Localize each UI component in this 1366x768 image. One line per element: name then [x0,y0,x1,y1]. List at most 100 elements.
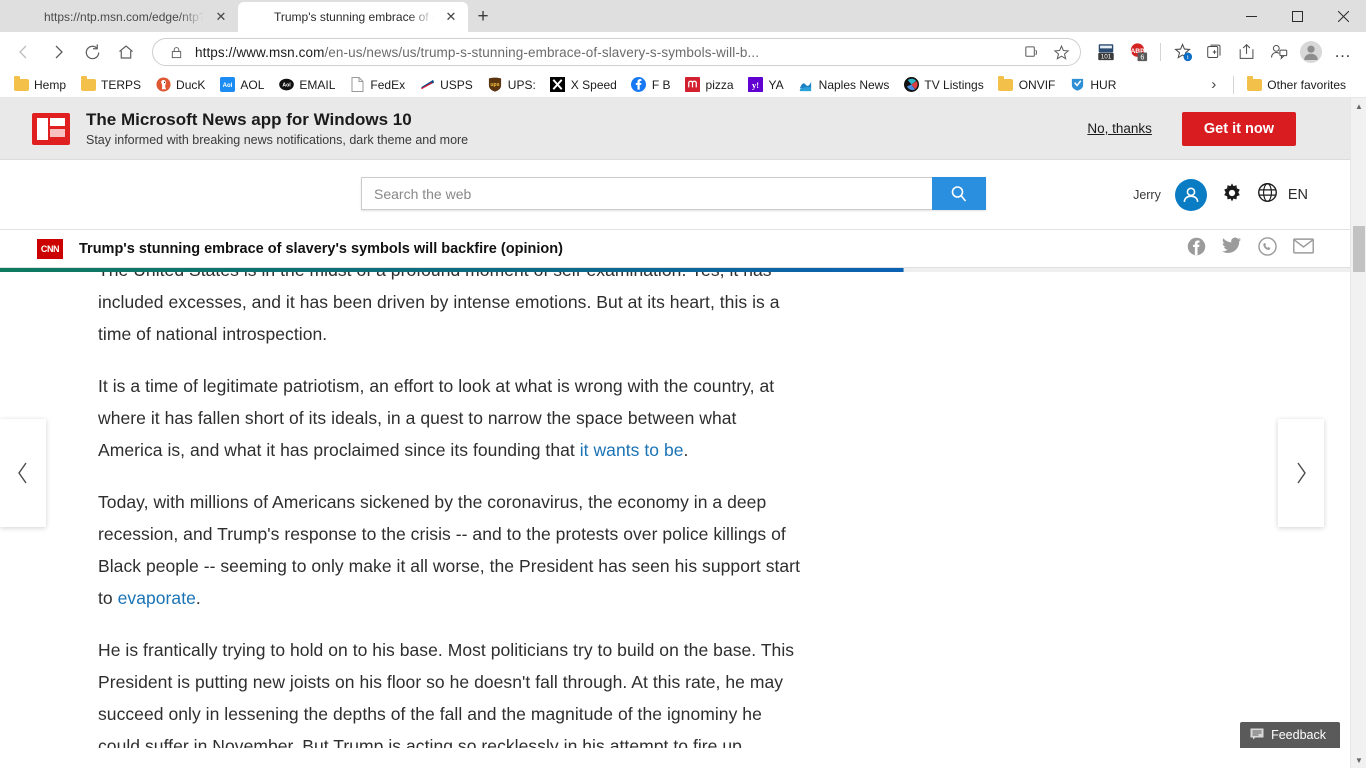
maximize-button[interactable] [1274,0,1320,32]
msn-header-right: Jerry EN [1133,160,1308,230]
article-source-bar: CNN Trump's stunning embrace of slavery'… [0,230,1366,268]
article-paragraph: Today, with millions of Americans sicken… [98,486,800,614]
bookmark-email[interactable]: Aol EMAIL [271,75,342,95]
twitter-share-icon[interactable] [1222,237,1242,260]
tv-listings-icon [903,77,919,93]
msn-favicon-icon [250,9,266,25]
carousel-prev-button[interactable] [0,419,46,527]
star-icon[interactable] [1050,41,1072,63]
address-bar-url: https://www.msn.com/en-us/news/us/trump-… [195,45,1012,60]
close-button[interactable] [1320,0,1366,32]
bookmark-yahoo[interactable]: y! YA [741,75,791,95]
whatsapp-share-icon[interactable] [1258,236,1277,261]
tab-title: Trump's stunning embrace of sla [274,10,434,24]
paragraph-text: . [683,440,689,460]
browser-tab-2[interactable]: Trump's stunning embrace of sla ✕ [238,2,468,32]
bookmark-naples-news[interactable]: Naples News [791,75,897,95]
folder-icon [80,76,96,93]
folder-icon [13,76,29,93]
msn-app-promo-banner: The Microsoft News app for Windows 10 St… [0,98,1366,160]
read-aloud-icon[interactable] [1020,41,1042,63]
scrollbar-thumb[interactable] [1353,226,1365,272]
bookmark-label: USPS [440,77,473,92]
bookmark-ups[interactable]: ups UPS: [480,75,543,95]
paragraph-text: . [195,588,201,608]
bookmark-x-speed[interactable]: X Speed [543,75,624,95]
facebook-share-icon[interactable] [1187,237,1206,261]
browser-tab-1[interactable]: https://ntp.msn.com/edge/ntp?locale ✕ [8,2,238,32]
forward-arrow-icon[interactable] [42,36,74,68]
paragraph-text: The United States is in the midst of a p… [98,272,780,344]
bookmark-fedex[interactable]: FedEx [342,75,412,95]
promo-actions: No, thanks Get it now [1087,111,1366,146]
page-scrollbar[interactable]: ▲ ▼ [1350,98,1366,768]
hur-icon [1069,77,1085,93]
msn-site-header: Jerry EN [0,160,1366,230]
no-thanks-link[interactable]: No, thanks [1087,121,1152,136]
carousel-next-button[interactable] [1278,419,1324,527]
account-avatar-icon[interactable] [1296,36,1326,68]
back-arrow-icon[interactable] [8,36,40,68]
bookmark-hur[interactable]: HUR [1062,75,1123,95]
bookmark-hemp[interactable]: Hemp [6,75,73,95]
article-body: The United States is in the midst of a p… [0,272,1366,748]
profile-add-icon[interactable] [1264,36,1294,68]
collections-101-icon[interactable]: 101 [1091,36,1121,68]
avatar[interactable] [1174,179,1207,211]
home-icon[interactable] [110,36,142,68]
scroll-down-arrow-icon[interactable]: ▼ [1351,752,1366,768]
gear-icon[interactable] [1221,182,1243,209]
magnifier-icon [951,185,967,202]
globe-icon[interactable] [1257,182,1278,208]
bookmark-facebook[interactable]: F B [624,75,678,95]
email-share-icon[interactable] [1293,238,1314,259]
share-icons-group [1187,236,1366,261]
search-box [361,177,986,210]
minimize-button[interactable] [1228,0,1274,32]
address-bar[interactable]: https://www.msn.com/en-us/news/us/trump-… [152,38,1081,66]
bookmark-label: TV Listings [924,77,984,92]
bookmarks-overflow-chevron-icon[interactable]: › [1199,76,1228,93]
bookmark-label: EMAIL [299,77,336,92]
feedback-button[interactable]: Feedback [1240,722,1340,748]
facebook-icon [631,77,647,93]
browser-settings-more-button[interactable]: … [1328,36,1358,68]
search-input[interactable] [361,177,932,210]
paragraph-text: Today, with millions of Americans sicken… [98,492,800,608]
bookmark-pizza[interactable]: pizza [678,75,741,95]
bookmark-duck[interactable]: DucK [148,75,212,95]
bookmark-usps[interactable]: USPS [412,75,480,95]
url-path: /en-us/news/us/trump-s-stunning-embrace-… [324,44,760,60]
scroll-up-arrow-icon[interactable]: ▲ [1351,98,1366,114]
bookmark-label: YA [768,77,784,92]
tab-close-icon[interactable]: ✕ [212,8,230,26]
adblock-plus-icon[interactable]: ABP 6 [1123,36,1153,68]
inline-link-evaporate[interactable]: evaporate [118,588,196,608]
refresh-icon[interactable] [76,36,108,68]
bookmark-terps[interactable]: TERPS [73,75,148,95]
tab-favicon-blank [20,9,36,25]
share-icon[interactable] [1232,36,1262,68]
bookmark-other-favorites[interactable]: Other favorites [1239,75,1360,95]
bookmark-onvif[interactable]: ONVIF [991,75,1063,95]
article-paragraph: It is a time of legitimate patriotism, a… [98,370,800,466]
bookmark-label: X Speed [570,77,617,92]
collections-icon[interactable] [1200,36,1230,68]
yahoo-icon: y! [748,77,764,93]
language-label[interactable]: EN [1288,187,1308,203]
new-tab-button[interactable]: + [468,2,498,32]
get-it-now-button[interactable]: Get it now [1181,111,1296,146]
favorites-star-icon[interactable]: i [1168,36,1198,68]
usps-icon [419,77,435,93]
article-paragraph: He is frantically trying to hold on to h… [98,634,800,748]
bookmark-aol[interactable]: Aol AOL [212,75,271,95]
tab-close-icon[interactable]: ✕ [442,8,460,26]
tab-title: https://ntp.msn.com/edge/ntp?locale [44,10,204,24]
inline-link-it-wants-to-be[interactable]: it wants to be [580,440,684,460]
folder-icon [1246,76,1262,93]
search-button[interactable] [932,177,986,210]
svg-text:6: 6 [1140,53,1144,61]
bookmark-label: TERPS [101,77,142,92]
browser-navbar: https://www.msn.com/en-us/news/us/trump-… [0,32,1366,72]
bookmark-tv-listings[interactable]: TV Listings [896,75,990,95]
